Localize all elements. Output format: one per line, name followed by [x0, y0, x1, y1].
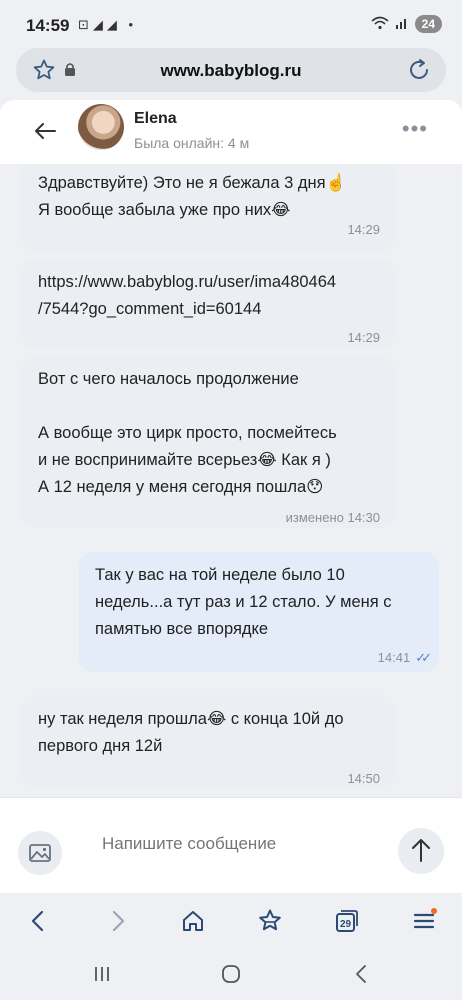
signal-icon: [395, 16, 409, 33]
system-back-icon[interactable]: [350, 962, 374, 986]
message-text: Здравствуйте) Это не я бежала 3 дня☝️ Я …: [38, 174, 347, 219]
message-time: 14:29: [347, 330, 380, 345]
message-time: 14:50: [347, 771, 380, 786]
message-incoming[interactable]: ну так неделя прошла😂 с конца 10й до пер…: [22, 695, 394, 788]
bookmarks-star-icon[interactable]: [256, 907, 284, 935]
browser-url-bar[interactable]: www.babyblog.ru: [16, 48, 446, 92]
message-incoming[interactable]: Здравствуйте) Это не я бежала 3 дня☝️ Я …: [22, 164, 394, 252]
message-incoming[interactable]: https://www.babyblog.ru/user/ima480464 /…: [22, 258, 394, 349]
contact-name[interactable]: Elena: [134, 110, 177, 128]
status-bar: 14:59 ⊡◢◢ • 24: [0, 0, 462, 52]
message-text: Так у вас на той неделе было 10 недель..…: [95, 566, 392, 638]
browser-nav-bar: 29: [0, 893, 462, 948]
home-circle-icon[interactable]: [219, 962, 243, 986]
tabs-count: 29: [340, 919, 352, 930]
read-checkmarks-icon: ✓✓: [415, 650, 432, 665]
wifi-icon: [371, 16, 389, 33]
recent-apps-icon[interactable]: [90, 962, 114, 986]
message-time: 14:41: [377, 650, 411, 665]
chat-header: Elena Была онлайн: 4 м •••: [0, 100, 462, 164]
menu-icon[interactable]: [410, 907, 438, 935]
message-composer: [0, 797, 462, 893]
message-incoming[interactable]: Вот с чего началось продолжение А вообще…: [22, 356, 394, 528]
message-time: изменено 14:30: [285, 510, 380, 525]
message-link[interactable]: https://www.babyblog.ru/user/ima480464 /…: [38, 269, 382, 323]
message-time: 14:29: [347, 222, 380, 237]
back-arrow-icon[interactable]: [30, 116, 60, 146]
status-icons: 24: [371, 15, 442, 33]
message-outgoing[interactable]: Так у вас на той неделе было 10 недель..…: [79, 552, 439, 672]
message-input[interactable]: [102, 834, 323, 854]
contact-status: Была онлайн: 4 м: [134, 135, 250, 151]
message-text: Вот с чего началось продолжение А вообще…: [38, 370, 337, 496]
message-meta: 14:41 ✓✓: [377, 644, 432, 671]
status-time: 14:59: [26, 16, 70, 35]
reload-icon[interactable]: [406, 57, 432, 88]
attach-image-button[interactable]: [18, 831, 62, 875]
message-text: ну так неделя прошла😂 с конца 10й до пер…: [38, 710, 344, 755]
chevron-right-icon[interactable]: [104, 907, 132, 935]
url-text[interactable]: www.babyblog.ru: [16, 61, 446, 81]
avatar[interactable]: [78, 104, 124, 150]
message-list[interactable]: Здравствуйте) Это не я бежала 3 дня☝️ Я …: [0, 164, 462, 797]
send-button[interactable]: [398, 828, 444, 874]
more-options-icon[interactable]: •••: [402, 116, 428, 142]
chevron-left-icon[interactable]: [24, 907, 52, 935]
notification-icons: ⊡◢◢ •: [78, 17, 138, 32]
system-nav-bar: [0, 948, 462, 1000]
tabs-icon[interactable]: 29: [332, 907, 360, 935]
battery-indicator: 24: [414, 15, 442, 33]
home-icon[interactable]: [179, 907, 207, 935]
